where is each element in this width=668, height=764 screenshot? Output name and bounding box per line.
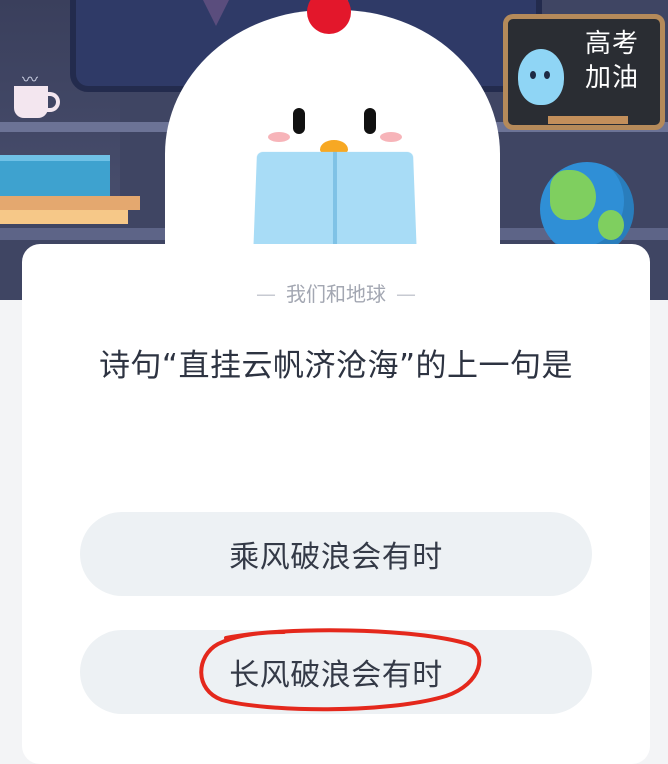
- mug-icon: [14, 86, 48, 118]
- chick-eye-icon: [293, 108, 305, 134]
- book-stack: [0, 196, 140, 210]
- chalkboard-line-2: 加油: [574, 61, 650, 95]
- chalkboard-ledge: [548, 116, 628, 124]
- chick-cheek: [268, 132, 290, 142]
- books-icon: [0, 155, 110, 201]
- quiz-category-label: 我们和地球: [286, 282, 386, 306]
- mascot-blob-icon: [518, 49, 564, 105]
- globe-icon: [540, 162, 634, 256]
- divider: —: [256, 282, 276, 306]
- poster-streak: [342, 0, 410, 3]
- answer-option-label: 乘风破浪会有时: [229, 532, 443, 576]
- quiz-card: — 我们和地球 — 诗句“直挂云帆济沧海”的上一句是 乘风破浪会有时 长风破浪会有时: [22, 244, 650, 764]
- answer-option-2[interactable]: 长风破浪会有时: [80, 630, 592, 714]
- chick-cheek: [380, 132, 402, 142]
- quiz-category: — 我们和地球 —: [22, 278, 650, 307]
- answer-option-1[interactable]: 乘风破浪会有时: [80, 512, 592, 596]
- poster-shape: [186, 0, 246, 26]
- book-stack: [0, 210, 128, 224]
- answer-option-label: 长风破浪会有时: [229, 650, 443, 694]
- chalkboard: 高考 加油: [503, 14, 665, 130]
- chick-eye-icon: [364, 108, 376, 134]
- divider: —: [396, 282, 416, 306]
- chalkboard-text: 高考 加油: [574, 27, 650, 95]
- chalkboard-line-1: 高考: [574, 27, 650, 61]
- quiz-question: 诗句“直挂云帆济沧海”的上一句是: [22, 340, 650, 385]
